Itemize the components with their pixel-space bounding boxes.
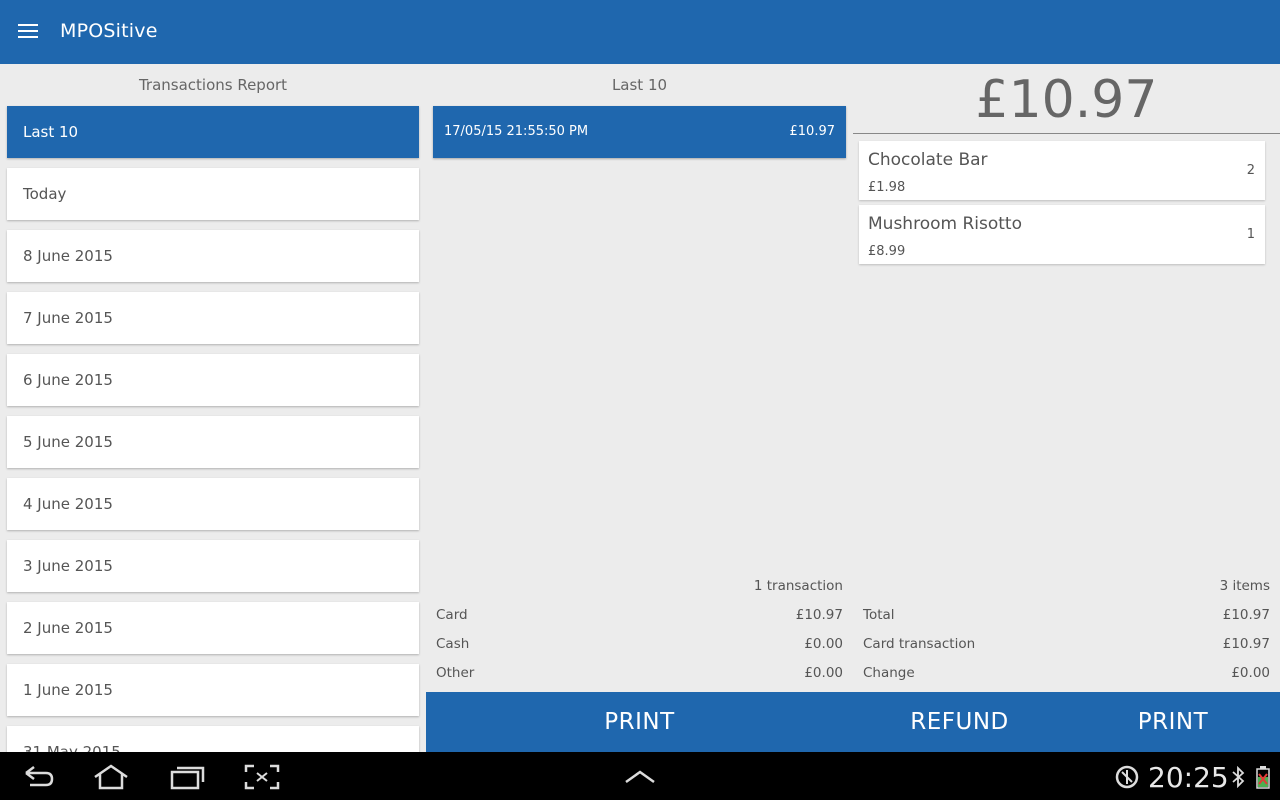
refund-button[interactable]: REFUND	[853, 692, 1066, 752]
period-item-date[interactable]: 8 June 2015	[7, 230, 419, 282]
period-item-date[interactable]: 31 May 2015	[7, 726, 419, 752]
period-item-last-10[interactable]: Last 10	[7, 106, 419, 158]
transaction-timestamp: 17/05/15 21:55:50 PM	[444, 124, 589, 139]
system-clock: 20:25	[1148, 761, 1229, 794]
home-icon[interactable]	[93, 764, 129, 790]
detail-total-value: £10.97	[1222, 607, 1270, 623]
hamburger-menu-icon[interactable]	[18, 24, 38, 40]
action-bar: PRINT REFUND PRINT	[426, 692, 1280, 752]
system-nav-bar: 20:25	[0, 752, 1280, 800]
print-report-button[interactable]: PRINT	[426, 692, 853, 752]
period-item-date[interactable]: 4 June 2015	[7, 478, 419, 530]
summary-cash-label: Cash	[436, 636, 470, 652]
period-item-date[interactable]: 1 June 2015	[7, 664, 419, 716]
chevron-up-icon[interactable]	[622, 764, 658, 790]
line-item[interactable]: Chocolate Bar £1.98 2	[859, 141, 1265, 200]
transaction-detail-panel: £10.97 Chocolate Bar £1.98 2 Mushroom Ri…	[853, 64, 1280, 752]
print-receipt-button[interactable]: PRINT	[1066, 692, 1280, 752]
period-list[interactable]: Last 10 Today 8 June 2015 7 June 2015 6 …	[7, 106, 419, 752]
detail-total-label: Total	[863, 607, 895, 623]
report-period-panel: Transactions Report Last 10 Today 8 June…	[0, 64, 426, 752]
item-price: £8.99	[868, 244, 906, 259]
bluetooth-icon	[1232, 766, 1245, 788]
summary-card-value: £10.97	[795, 607, 843, 623]
item-quantity: 1	[1246, 227, 1255, 242]
usb-debug-icon	[1115, 765, 1139, 789]
period-item-date[interactable]: 5 June 2015	[7, 416, 419, 468]
transaction-count: 1 transaction	[753, 578, 843, 594]
recent-apps-icon[interactable]	[169, 764, 205, 790]
summary-other-value: £0.00	[804, 665, 843, 681]
transaction-amount: £10.97	[789, 124, 836, 139]
summary-other-label: Other	[436, 665, 475, 681]
transaction-row[interactable]: 17/05/15 21:55:50 PM £10.97	[433, 106, 846, 158]
app-bar: MPOSitive	[0, 0, 1280, 64]
screenshot-icon[interactable]	[244, 764, 280, 790]
report-heading: Transactions Report	[138, 76, 288, 94]
app-title: MPOSitive	[60, 20, 158, 42]
item-price: £1.98	[868, 180, 906, 195]
transaction-total: £10.97	[975, 70, 1158, 130]
detail-card-value: £10.97	[1222, 636, 1270, 652]
detail-card-label: Card transaction	[863, 636, 976, 652]
period-item-today[interactable]: Today	[7, 168, 419, 220]
detail-change-label: Change	[863, 665, 915, 681]
item-name: Mushroom Risotto	[868, 214, 1022, 234]
transactions-heading: Last 10	[611, 76, 668, 94]
item-quantity: 2	[1246, 163, 1255, 178]
period-item-date[interactable]: 6 June 2015	[7, 354, 419, 406]
battery-icon	[1256, 766, 1270, 789]
summary-card-label: Card	[436, 607, 468, 623]
period-item-date[interactable]: 2 June 2015	[7, 602, 419, 654]
period-item-date[interactable]: 7 June 2015	[7, 292, 419, 344]
back-icon[interactable]	[20, 764, 56, 790]
transactions-panel: Last 10 17/05/15 21:55:50 PM £10.97 1 tr…	[426, 64, 853, 752]
item-count: 3 items	[1219, 578, 1270, 594]
detail-change-value: £0.00	[1231, 665, 1270, 681]
line-item[interactable]: Mushroom Risotto £8.99 1	[859, 205, 1265, 264]
item-name: Chocolate Bar	[868, 150, 988, 170]
period-item-date[interactable]: 3 June 2015	[7, 540, 419, 592]
summary-cash-value: £0.00	[804, 636, 843, 652]
divider	[853, 133, 1280, 134]
